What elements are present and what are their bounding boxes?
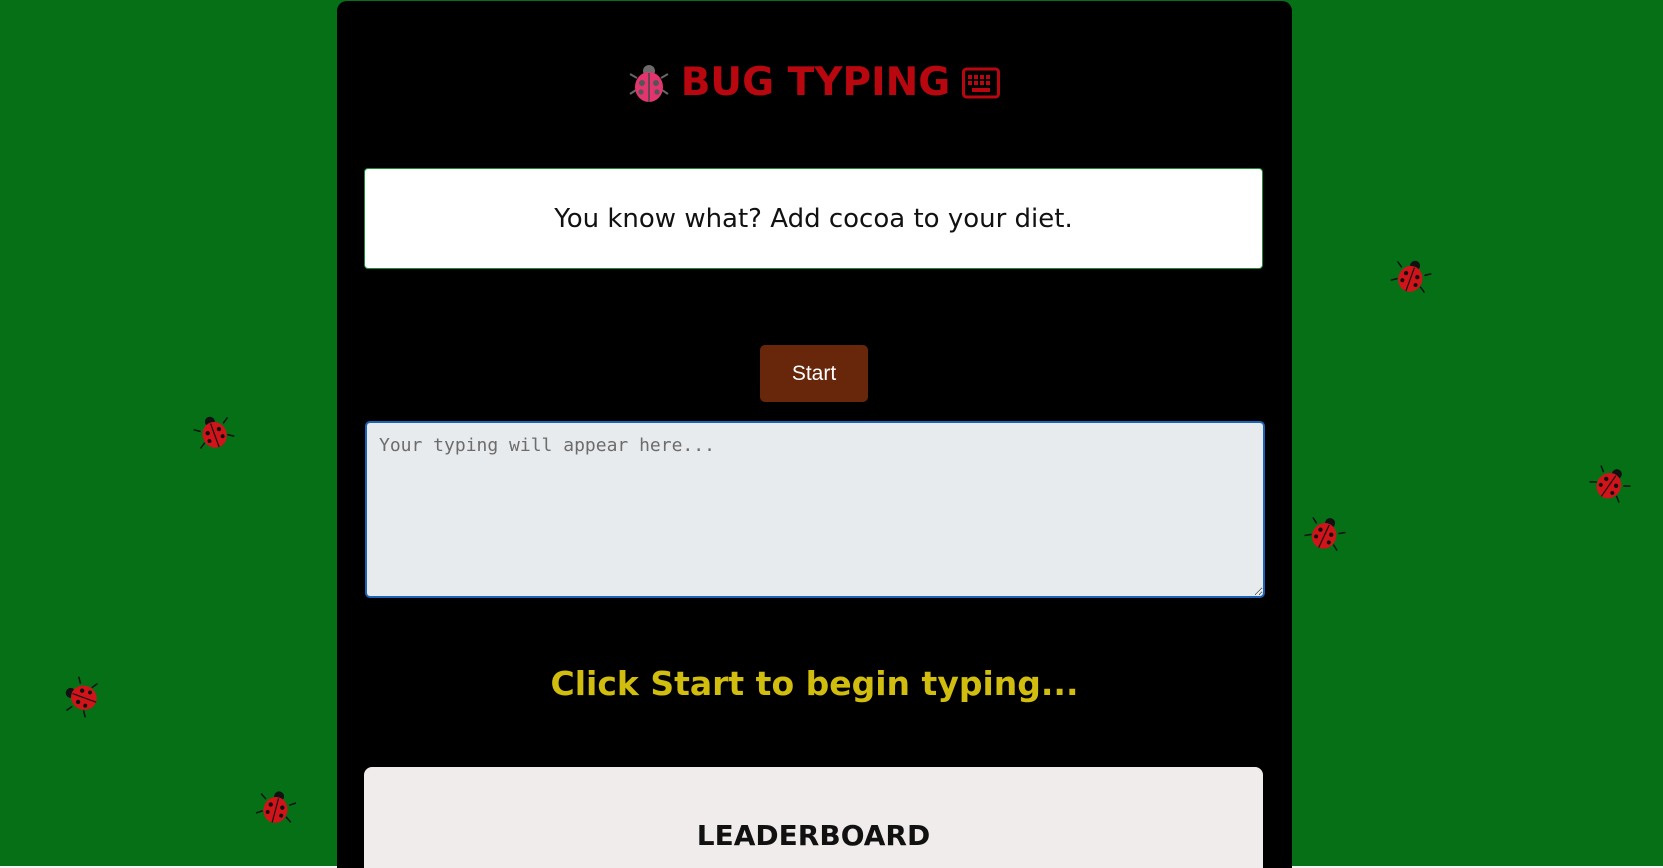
quote-display: You know what? Add cocoa to your diet. — [364, 168, 1263, 269]
page-title: BUG TYPING — [337, 53, 1292, 113]
ladybug-icon — [1390, 260, 1432, 293]
leaderboard-panel: LEADERBOARD — [364, 767, 1263, 868]
ladybug-icon — [255, 791, 297, 823]
ladybug-icon — [65, 676, 98, 718]
main-panel: BUG TYPING You know what? Add cocoa to y… — [337, 1, 1292, 868]
title-text: BUG TYPING — [680, 60, 951, 105]
keyboard-icon — [962, 67, 1001, 99]
quote-text: You know what? Add cocoa to your diet. — [554, 203, 1073, 234]
status-message: Click Start to begin typing... — [550, 664, 1079, 703]
typing-input[interactable] — [365, 421, 1265, 598]
ladybug-icon — [629, 62, 669, 104]
ladybug-icon — [1589, 465, 1631, 503]
start-button[interactable]: Start — [760, 345, 868, 402]
leaderboard-title: LEADERBOARD — [696, 819, 931, 852]
ladybug-icon — [193, 416, 235, 449]
ladybug-icon — [1304, 516, 1346, 552]
